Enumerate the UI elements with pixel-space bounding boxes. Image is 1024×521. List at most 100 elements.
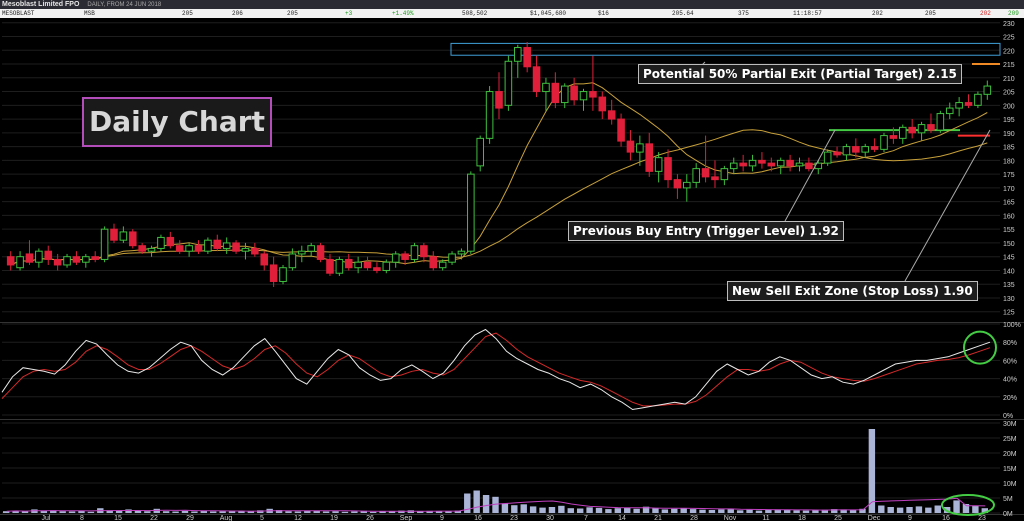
stoch-tick-label: 100%	[1003, 322, 1021, 329]
stoch-tick-label: 20%	[1003, 395, 1017, 402]
volume-bar	[294, 511, 302, 513]
volume-bar	[953, 500, 960, 513]
x-tick-label: Jul	[42, 515, 51, 521]
x-tick-label: Dec	[868, 515, 881, 521]
x-tick-label: 25	[834, 515, 842, 521]
volume-bar	[162, 511, 170, 513]
panel-divider	[0, 419, 1024, 420]
quote-ask: 206	[232, 10, 243, 17]
volume-bar	[614, 508, 622, 513]
candle-body	[100, 228, 109, 260]
candle-body	[382, 261, 391, 271]
candle-body	[532, 66, 541, 93]
x-tick-label: 19	[330, 515, 338, 521]
candle-body	[457, 250, 466, 255]
candle-body	[607, 110, 616, 120]
volume-bar	[934, 505, 941, 513]
candle-body	[767, 162, 776, 167]
candle-body	[786, 159, 794, 167]
price-tick-label: 220	[1003, 48, 1015, 55]
candle-body	[889, 135, 898, 139]
candle-body	[204, 239, 212, 252]
volume-bar	[671, 508, 678, 513]
volume-bar	[755, 510, 763, 513]
candle-body	[795, 162, 804, 167]
candle-body	[128, 231, 137, 247]
candle-body	[945, 107, 954, 115]
candle-body	[401, 253, 409, 260]
price-tick-label: 215	[1003, 62, 1015, 69]
volume-bar	[511, 505, 518, 513]
price-tick-label: 185	[1003, 145, 1015, 152]
volume-bar	[727, 509, 734, 513]
candle-body	[513, 47, 522, 62]
x-tick-label: 7	[584, 515, 588, 521]
candle-body	[44, 250, 53, 260]
volume-bar	[21, 511, 29, 513]
candle-body	[917, 124, 926, 134]
price-tick-label: 205	[1003, 90, 1015, 97]
candle-body	[344, 258, 353, 269]
volume-bar	[736, 510, 744, 513]
volume-bar	[351, 511, 358, 513]
stoch-k-line	[1, 328, 991, 411]
stoch-tick-label: 80%	[1003, 340, 1017, 347]
candle-body	[373, 267, 381, 271]
stoch-tick-label: 60%	[1003, 358, 1017, 365]
volume-bar	[972, 505, 979, 513]
volume-bar	[558, 505, 565, 513]
quote-high: 205	[925, 10, 936, 17]
volume-bar	[699, 509, 706, 513]
volume-bar	[633, 508, 640, 513]
quote-close: 209	[1008, 10, 1019, 17]
x-tick-label: Nov	[724, 515, 737, 521]
quote-bid: 205	[182, 10, 193, 17]
daily-chart-label: Daily Chart	[82, 97, 272, 147]
volume-bar	[567, 508, 574, 513]
x-tick-label: Sep	[400, 515, 413, 521]
volume-bar	[680, 508, 687, 513]
volume-bar	[624, 507, 631, 513]
candle-body	[495, 91, 503, 109]
volume-bar	[746, 509, 753, 513]
x-tick-label: 30	[546, 515, 554, 521]
candle-body	[664, 157, 672, 181]
candle-body	[448, 253, 456, 263]
volume-bar	[783, 510, 791, 513]
candle-body	[335, 258, 344, 274]
candle-body	[880, 135, 888, 150]
quote-trades: $16	[598, 10, 609, 17]
quote-code: MSB	[84, 10, 95, 17]
candle-body	[833, 151, 841, 156]
volume-tick-label: 25M	[1003, 436, 1017, 443]
stoch-tick-label: 0%	[1003, 413, 1013, 420]
candle-body	[542, 82, 550, 93]
x-tick-label: 12	[294, 515, 302, 521]
volume-bar	[868, 429, 876, 513]
candle-body	[157, 236, 165, 249]
candle-body	[354, 261, 362, 269]
volume-bar	[793, 510, 800, 513]
volume-bar	[115, 510, 123, 513]
x-tick-label: 9	[440, 515, 444, 521]
candle-body	[861, 146, 870, 153]
candle-body	[467, 173, 475, 252]
candle-body	[739, 162, 747, 167]
partial-target-annotation: Potential 50% Partial Exit (Partial Targ…	[638, 64, 962, 84]
volume-bar	[341, 511, 349, 513]
candle-body	[166, 236, 175, 247]
quote-last: 205	[287, 10, 298, 17]
candle-body	[570, 85, 578, 101]
candle-body	[82, 256, 90, 263]
stoch-tick-label: 40%	[1003, 377, 1017, 384]
x-tick-label: 15	[114, 515, 122, 521]
stop-loss-annotation: New Sell Exit Zone (Stop Loss) 1.90	[727, 281, 978, 301]
volume-bar	[125, 509, 132, 513]
candle-body	[222, 242, 231, 249]
candle-body	[194, 245, 203, 252]
volume-tick-label: 15M	[1003, 466, 1017, 473]
candle-body	[626, 140, 635, 153]
candle-body	[53, 258, 62, 266]
candle-body	[805, 162, 813, 170]
quote-open: 202	[872, 10, 883, 17]
